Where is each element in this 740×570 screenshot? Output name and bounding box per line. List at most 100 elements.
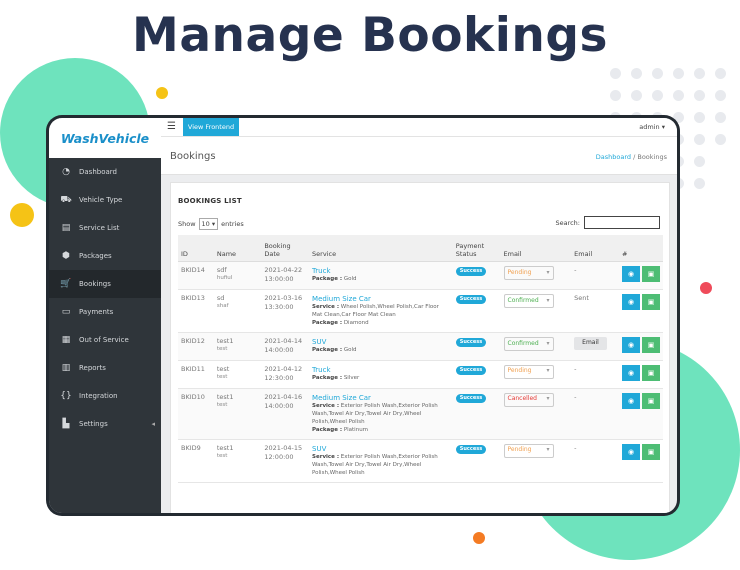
col-actions: # <box>619 235 663 262</box>
customer-cell: test test <box>213 360 262 389</box>
view-eye-icon[interactable]: ◉ <box>622 336 640 353</box>
date-cell: 2021-04-22 13:00:00 <box>261 261 310 290</box>
sidebar-item-vehicle-type[interactable]: ⛟ Vehicle Type <box>49 186 161 214</box>
col-email[interactable]: Email <box>571 235 619 262</box>
sidebar-item-packages[interactable]: ⬢ Packages <box>49 242 161 270</box>
entries-label: entries <box>221 220 244 228</box>
card-title: BOOKINGS LIST <box>178 197 242 205</box>
view-frontend-button[interactable]: View Frontend <box>183 118 239 136</box>
col-email-status[interactable]: Email <box>500 235 572 262</box>
status-cell: Cancelled ▾ <box>500 388 572 440</box>
package-value: Silver <box>343 374 360 381</box>
chevron-down-icon: ▾ <box>546 446 550 454</box>
bookings-card: BOOKINGS LIST Show 10 ▾ entries Search: … <box>170 182 670 513</box>
send-email-button[interactable]: Email <box>574 336 607 350</box>
booking-status-select[interactable]: Pending ▾ <box>503 266 554 280</box>
print-icon[interactable]: ▣ <box>642 364 660 381</box>
payment-status-badge: Success <box>455 267 487 277</box>
decor-dot <box>673 68 684 79</box>
breadcrumb-dashboard-link[interactable]: Dashboard <box>596 153 631 161</box>
row-actions: ◉ ▣ <box>622 443 660 460</box>
service-detail-label: Service : <box>312 402 340 409</box>
search-control: Search: <box>555 216 660 229</box>
sidebar-item-reports[interactable]: ▥ Reports <box>49 354 161 382</box>
booking-status-select[interactable]: Cancelled ▾ <box>503 392 554 407</box>
service-name[interactable]: SUV <box>312 337 450 347</box>
email-state: - <box>574 392 577 401</box>
package-label: Package : <box>312 374 343 381</box>
service-name[interactable]: Medium Size Car <box>312 393 450 403</box>
sidebar-item-service-list[interactable]: ▤ Service List <box>49 214 161 242</box>
email-cell: - <box>571 388 619 440</box>
print-icon[interactable]: ▣ <box>642 392 660 409</box>
sidebar-item-bookings[interactable]: 🛒 Bookings <box>49 270 161 298</box>
payment-cell: Success <box>452 388 501 440</box>
chevron-down-icon: ▾ <box>546 296 550 304</box>
row-actions: ◉ ▣ <box>622 336 660 353</box>
view-eye-icon[interactable]: ◉ <box>622 364 640 381</box>
booking-id: BKID12 <box>178 332 214 361</box>
decor-dot <box>694 112 705 123</box>
search-input[interactable] <box>584 216 660 229</box>
view-eye-icon[interactable]: ◉ <box>622 293 640 310</box>
view-eye-icon[interactable]: ◉ <box>622 392 640 409</box>
service-detail-label: Service : <box>312 303 340 310</box>
sidebar-item-label: Vehicle Type <box>79 196 123 204</box>
admin-menu[interactable]: admin ▾ <box>639 123 665 131</box>
service-name[interactable]: SUV <box>312 444 450 454</box>
sidebar-item-settings[interactable]: ▙ Settings ◂ <box>49 410 161 438</box>
actions-cell: ◉ ▣ <box>619 439 663 483</box>
breadcrumb-current: Bookings <box>637 153 667 161</box>
table-row: BKID10 test1 test 2021-04-16 14:00:00 Medium … <box>178 388 663 440</box>
print-icon[interactable]: ▣ <box>642 443 660 460</box>
payment-status-badge: Success <box>455 444 487 454</box>
col-service[interactable]: Service <box>309 235 453 262</box>
booking-status-select[interactable]: Pending ▾ <box>503 443 554 458</box>
hamburger-menu-icon[interactable]: ☰ <box>167 121 176 132</box>
service-cell: Medium Size Car Service : Wheel Polish,Wh… <box>309 289 453 333</box>
payment-cell: Success <box>452 289 501 333</box>
decor-dot <box>715 68 726 79</box>
booking-status-select[interactable]: Pending ▾ <box>503 364 554 379</box>
service-detail: Service : Exterior Polish Wash,Exterior … <box>312 403 450 427</box>
booking-id: BKID9 <box>178 439 214 483</box>
booking-status-value: Confirmed <box>507 296 539 304</box>
service-name[interactable]: Truck <box>312 266 450 276</box>
entries-select[interactable]: 10 ▾ <box>198 218 219 230</box>
sidebar-item-payments[interactable]: ▭ Payments <box>49 298 161 326</box>
sidebar-item-integration[interactable]: {} Integration <box>49 382 161 410</box>
actions-cell: ◉ ▣ <box>619 332 663 361</box>
col-date[interactable]: Booking Date <box>261 235 310 262</box>
booking-status-select[interactable]: Confirmed ▾ <box>503 293 554 308</box>
dashboard-icon: ◔ <box>62 167 70 177</box>
booking-status-value: Pending <box>507 268 532 276</box>
payment-status-badge: Success <box>455 337 487 348</box>
service-name[interactable]: Truck <box>312 365 450 375</box>
customer-sub: test <box>216 346 228 353</box>
service-name[interactable]: Medium Size Car <box>312 294 450 304</box>
breadcrumb-separator: / <box>633 153 636 161</box>
col-name[interactable]: Name <box>213 235 262 262</box>
status-cell: Pending ▾ <box>500 439 572 483</box>
payment-status-badge: Success <box>455 365 487 375</box>
booking-status-select[interactable]: Confirmed ▾ <box>503 336 554 351</box>
sidebar-item-out-of-service[interactable]: ▦ Out of Service <box>49 326 161 354</box>
search-label: Search: <box>555 218 580 227</box>
booking-date: 2021-03-16 <box>264 293 303 302</box>
print-icon[interactable]: ▣ <box>642 293 660 310</box>
col-payment[interactable]: Payment Status <box>452 235 501 262</box>
print-icon[interactable]: ▣ <box>642 266 660 282</box>
booking-id: BKID10 <box>178 388 214 440</box>
print-icon[interactable]: ▣ <box>642 336 660 353</box>
view-eye-icon[interactable]: ◉ <box>622 266 640 282</box>
decor-dot <box>694 90 705 101</box>
booking-date: 2021-04-12 <box>264 364 303 373</box>
view-eye-icon[interactable]: ◉ <box>622 443 640 460</box>
package-detail: Package : Gold <box>312 276 450 284</box>
col-id[interactable]: ID <box>178 235 214 262</box>
sidebar-item-label: Integration <box>79 392 118 400</box>
booking-id: BKID13 <box>178 289 214 333</box>
sidebar-item-dashboard[interactable]: ◔ Dashboard <box>49 158 161 186</box>
sidebar-item-label: Out of Service <box>79 336 129 344</box>
package-detail: Package : Gold <box>312 347 450 355</box>
